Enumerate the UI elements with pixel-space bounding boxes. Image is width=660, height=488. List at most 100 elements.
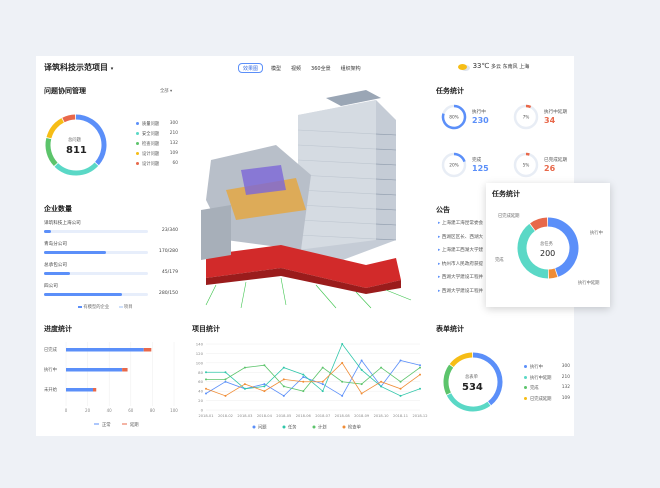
line-point bbox=[341, 361, 344, 364]
progress-tick-label: 60 bbox=[128, 408, 134, 413]
issues-legend-value: 300 bbox=[169, 121, 178, 126]
popup-title: 任务统计 bbox=[492, 190, 520, 198]
line-point bbox=[302, 376, 305, 378]
line-x-tick-label: 2018-01 bbox=[198, 414, 213, 418]
progress-bar-delayed bbox=[93, 388, 97, 392]
company-row[interactable]: 青岛分公司 170/280 bbox=[44, 241, 178, 262]
line-point bbox=[380, 380, 383, 383]
tab-video[interactable]: 视频 bbox=[289, 63, 303, 73]
line-point bbox=[321, 380, 324, 383]
line-point bbox=[282, 385, 285, 388]
issues-total: 811 bbox=[66, 145, 87, 156]
line-y-tick-label: 140 bbox=[196, 342, 204, 347]
issues-legend-label: 安全问题 bbox=[142, 132, 160, 137]
line-point bbox=[205, 378, 207, 381]
form-total: 534 bbox=[462, 382, 483, 393]
task-value: 34 bbox=[544, 116, 556, 125]
line-point bbox=[321, 383, 324, 386]
line-x-tick-label: 2018-04 bbox=[257, 414, 273, 418]
issues-slice bbox=[62, 114, 76, 123]
task-ring-chart: 5% bbox=[513, 152, 539, 178]
progress-tick-label: 100 bbox=[170, 408, 178, 413]
task-stat-item[interactable]: 7% 执行中延期 34 bbox=[512, 103, 582, 133]
chevron-right-icon: ▸ bbox=[438, 275, 441, 280]
project-stats-title: 项目统计 bbox=[192, 325, 220, 333]
form-legend-item: 执行中 300 bbox=[524, 364, 570, 375]
task-value: 125 bbox=[472, 164, 489, 173]
company-row[interactable]: 四公司 280/150 bbox=[44, 283, 178, 304]
tab-model[interactable]: 模型 bbox=[269, 63, 283, 73]
legend-marker-icon bbox=[78, 305, 82, 308]
task-stat-item[interactable]: 20% 完成 125 bbox=[440, 151, 510, 181]
progress-title: 进度统计 bbox=[44, 325, 72, 333]
task-stat-item[interactable]: 80% 执行中 230 bbox=[440, 103, 510, 133]
line-point bbox=[224, 378, 227, 381]
companies-list: 译筑科技上海公司 23/340 青岛分公司 170/280 总承包公司 45/1… bbox=[44, 220, 178, 304]
issues-legend-value: 109 bbox=[169, 151, 178, 156]
company-bar-track bbox=[44, 230, 148, 233]
issues-filter[interactable]: 全部 ▾ bbox=[160, 88, 172, 94]
form-slice bbox=[443, 364, 454, 395]
line-point bbox=[399, 359, 402, 362]
line-y-tick-label: 120 bbox=[196, 351, 204, 356]
line-x-tick-label: 2018-08 bbox=[335, 414, 351, 418]
line-point bbox=[243, 387, 246, 390]
task-percent: 7% bbox=[523, 115, 530, 121]
progress-tick-label: 20 bbox=[85, 408, 91, 413]
form-legend-value: 109 bbox=[561, 395, 570, 401]
company-row[interactable]: 总承包公司 45/179 bbox=[44, 262, 178, 283]
issues-legend: 质量问题 300 安全问题 210 检查问题 132 设计问题 109 设计问题 60 bbox=[136, 121, 178, 171]
line-point bbox=[205, 392, 207, 395]
line-point bbox=[380, 385, 383, 388]
line-point bbox=[419, 364, 421, 367]
task-ring-chart: 80% bbox=[441, 104, 467, 130]
tab-org[interactable]: 组织架构 bbox=[339, 63, 363, 73]
line-point bbox=[302, 373, 305, 376]
companies-legend: 有模型的企业 项目 bbox=[78, 304, 133, 310]
tab-panorama[interactable]: 360全景 bbox=[309, 63, 333, 73]
legend-dot-icon bbox=[312, 425, 316, 429]
task-percent: 5% bbox=[523, 163, 530, 169]
task-percent: 20% bbox=[449, 163, 459, 169]
issues-legend-value: 210 bbox=[169, 131, 178, 136]
company-row[interactable]: 译筑科技上海公司 23/340 bbox=[44, 220, 178, 241]
progress-bar-normal bbox=[66, 348, 144, 352]
popup-slice bbox=[548, 268, 558, 279]
line-point bbox=[224, 380, 227, 383]
line-point bbox=[399, 380, 402, 383]
line-point bbox=[263, 385, 266, 388]
line-x-tick-label: 2018-10 bbox=[374, 414, 390, 418]
popup-center-label: 总任务 bbox=[540, 242, 553, 247]
line-point bbox=[263, 364, 266, 367]
company-value: 45/179 bbox=[161, 270, 178, 275]
task-ring-chart: 20% bbox=[441, 152, 467, 178]
tab-rendering[interactable]: 效果图 bbox=[238, 63, 264, 73]
task-stat-item[interactable]: 5% 已完成延期 26 bbox=[512, 151, 582, 181]
company-bar-fill bbox=[44, 293, 122, 296]
progress-category-label: 执行中 bbox=[44, 366, 57, 373]
form-legend-item: 完成 132 bbox=[524, 385, 570, 396]
tasks-title: 任务统计 bbox=[436, 87, 464, 95]
task-ring-chart: 7% bbox=[513, 104, 539, 130]
notice-text: 西湖区区长、西湖大 bbox=[441, 234, 484, 240]
popup-label-delayed-done: 已完成延期 bbox=[498, 214, 520, 219]
legend-dot-icon bbox=[282, 425, 286, 429]
progress-category-label: 未开始 bbox=[44, 386, 58, 393]
issues-slice bbox=[46, 118, 65, 139]
line-series bbox=[205, 359, 421, 397]
line-point bbox=[360, 392, 363, 395]
task-percent: 80% bbox=[449, 115, 459, 121]
progress-tick-label: 0 bbox=[65, 408, 68, 413]
project-title[interactable]: 译筑科技示范项目 ▾ bbox=[44, 62, 113, 73]
line-point bbox=[380, 366, 383, 369]
issues-title: 问题协同管理 bbox=[44, 87, 86, 95]
chevron-right-icon: ▸ bbox=[438, 248, 441, 253]
line-point bbox=[419, 387, 421, 390]
task-ring-fill bbox=[525, 152, 530, 156]
task-ring-fill bbox=[525, 104, 532, 109]
progress-legend-label: 正常 bbox=[102, 421, 111, 428]
line-point bbox=[341, 380, 344, 383]
progress-bar-delayed bbox=[143, 348, 152, 352]
line-x-tick-label: 2018-09 bbox=[354, 414, 370, 418]
line-y-tick-label: 100 bbox=[196, 360, 204, 365]
